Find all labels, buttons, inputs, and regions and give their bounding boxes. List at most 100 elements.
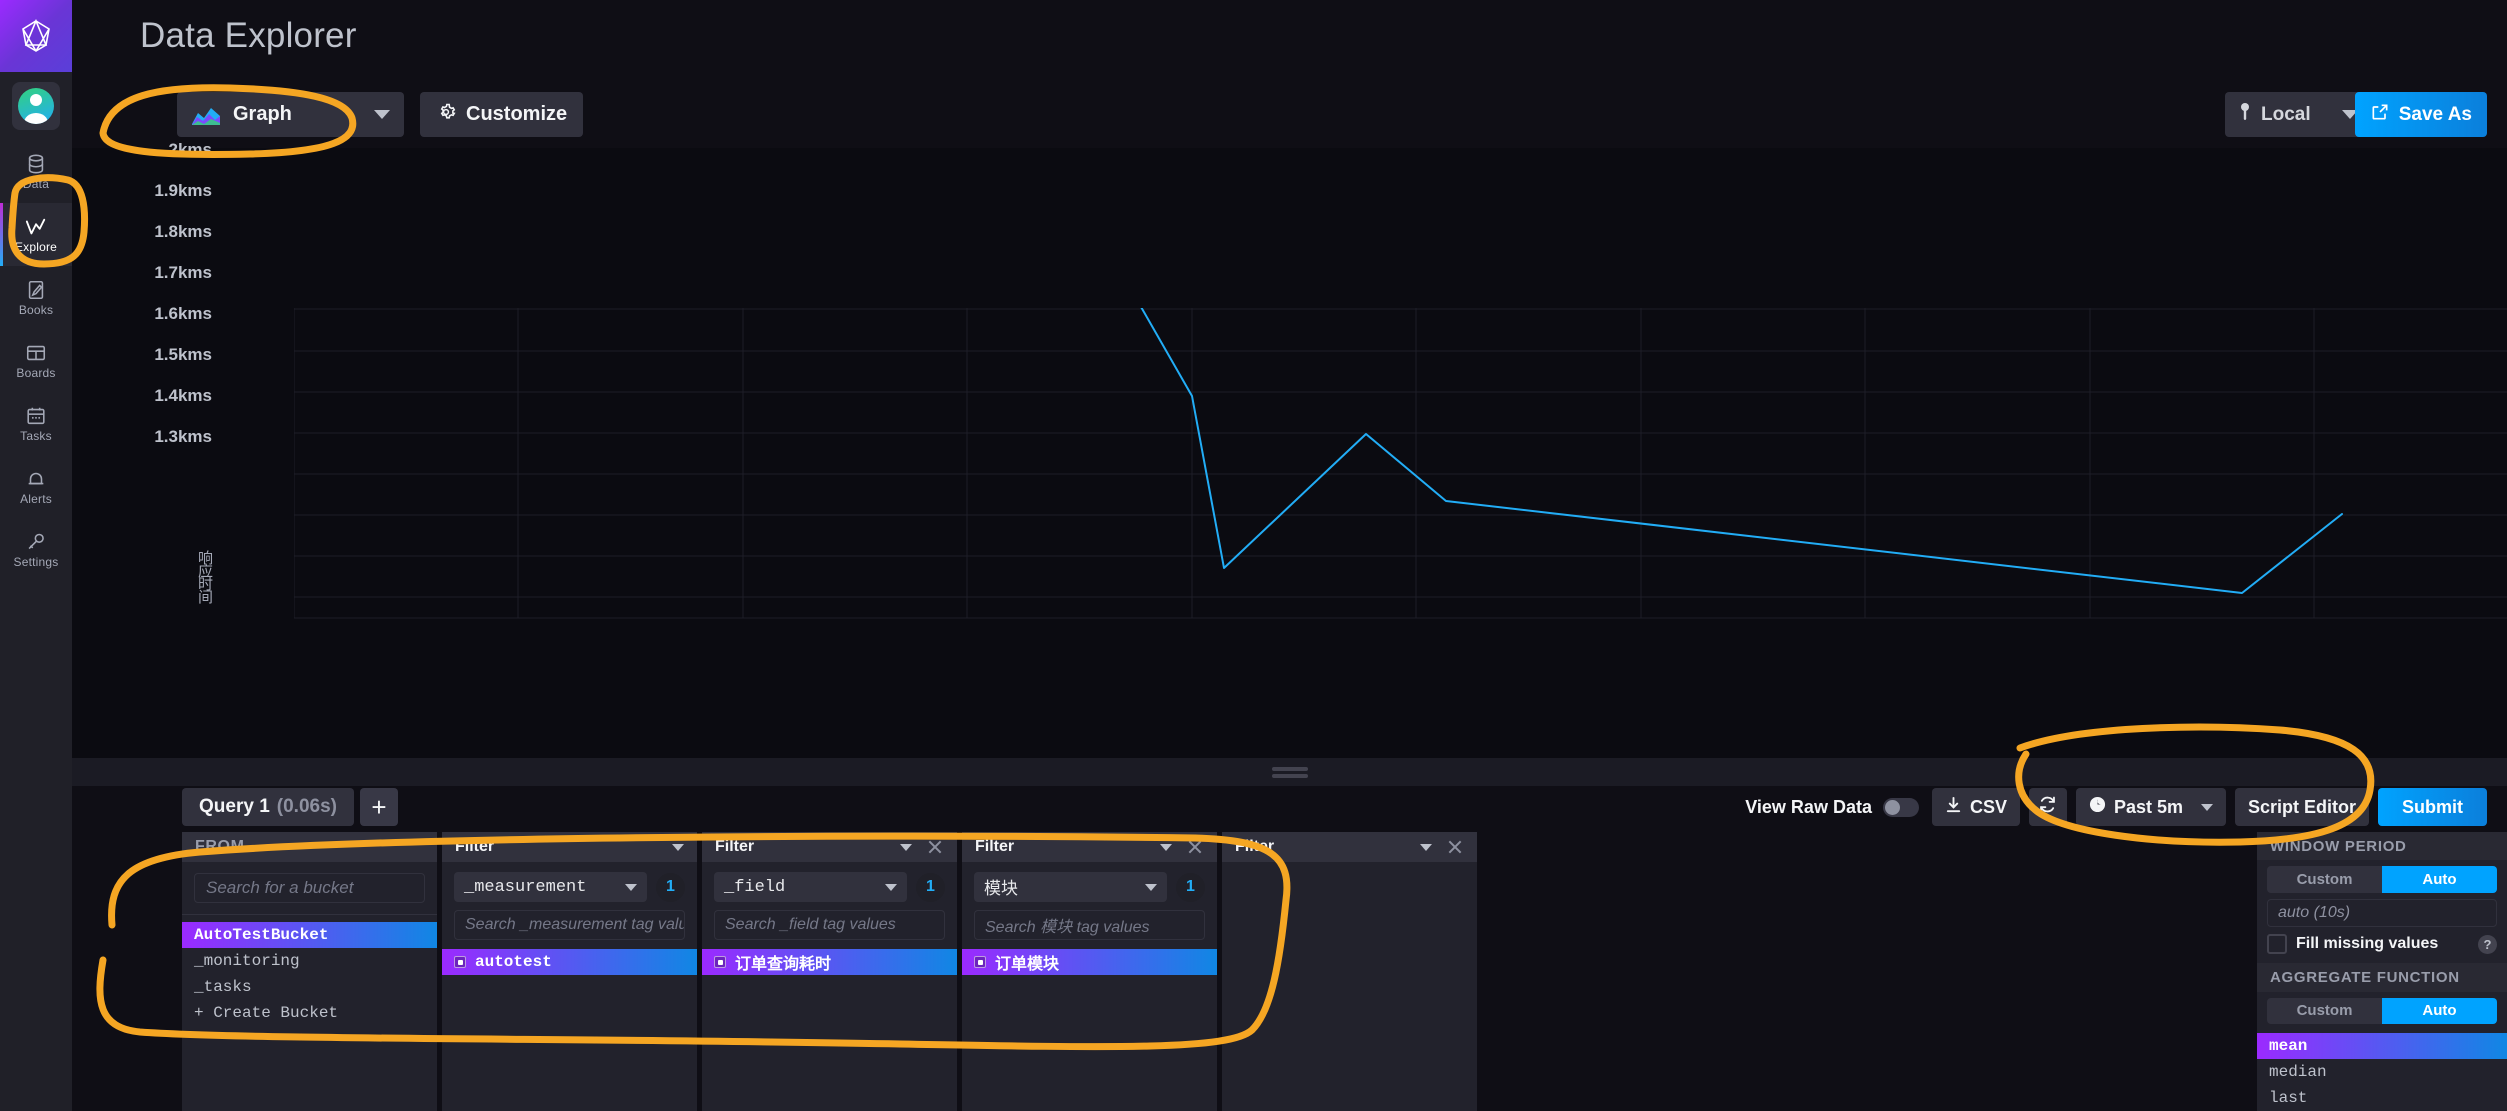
sidebar-item-data[interactable]: Data [0,140,72,203]
list-item[interactable]: AutoTestBucket [182,922,437,948]
filter-card-header[interactable]: Filter [1222,832,1477,862]
tag-key-label: _field [724,878,885,897]
filter-card-empty: Filter [1222,832,1477,1111]
customize-button[interactable]: Customize [420,92,583,137]
list-item[interactable]: _tasks [182,974,437,1000]
sidebar-item-label: Books [19,304,53,316]
sidebar-item-alerts[interactable]: Alerts [0,455,72,518]
query-tab-label: Query 1 [199,796,270,818]
close-icon[interactable] [926,838,944,856]
filter-card-header[interactable]: Filter [962,832,1217,862]
viz-type-label: Graph [233,103,374,126]
save-as-button[interactable]: Save As [2355,92,2487,137]
query-duration: (0.06s) [277,796,337,818]
y-tick-label: 1.3kms [154,427,212,447]
submit-label: Submit [2402,797,2463,818]
time-range-dropdown[interactable]: Past 5m [2076,788,2226,826]
bucket-search-input[interactable]: Search for a bucket [194,873,425,903]
window-period-custom-button[interactable]: Custom [2267,866,2382,892]
avatar[interactable] [0,72,72,140]
chevron-down-icon [625,884,637,891]
fill-missing-values-checkbox[interactable] [2267,934,2287,954]
script-editor-button[interactable]: Script Editor [2235,788,2369,826]
filter-card-title: Filter [1235,838,1412,856]
timezone-label: Local [2261,104,2332,126]
tag-key-dropdown[interactable]: _measurement [454,872,647,902]
sidebar-item-label: Explore [15,241,57,253]
chevron-down-icon[interactable] [672,844,684,851]
y-tick-label: 1.6kms [154,304,212,324]
query-bar-actions: View Raw Data CSV [1745,788,2487,826]
refresh-icon [2038,795,2057,819]
list-item[interactable]: _monitoring [182,948,437,974]
selected-count-badge: 1 [916,873,945,902]
sidebar-item-settings[interactable]: Settings [0,518,72,581]
wrench-icon [25,531,47,553]
influxdb-logo-icon[interactable] [0,0,72,72]
timezone-dropdown[interactable]: Local [2225,92,2372,137]
list-item[interactable]: autotest [442,949,697,975]
close-icon[interactable] [1186,838,1204,856]
tag-value-search-input[interactable]: Search _measurement tag values [454,910,685,940]
view-raw-data-label: View Raw Data [1745,797,1872,818]
refresh-button[interactable] [2029,788,2067,826]
sidebar-item-tasks[interactable]: Tasks [0,392,72,455]
checkbox-icon [714,956,726,968]
sidebar-item-boards[interactable]: Boards [0,329,72,392]
download-icon [1945,796,1962,819]
help-icon[interactable]: ? [2478,935,2497,954]
list-item[interactable]: mean [2257,1033,2507,1059]
tag-value-search-input[interactable]: Search 模块 tag values [974,910,1205,940]
fill-missing-values-label: Fill missing values [2296,935,2469,953]
sidebar-item-explore[interactable]: Explore [0,203,72,266]
sidebar-item-books[interactable]: Books [0,266,72,329]
aggregate-function-title: AGGREGATE FUNCTION [2257,963,2507,991]
data-explorer-app: Data Explore Books [0,0,2507,1111]
chevron-down-icon[interactable] [1160,844,1172,851]
aggregate-custom-button[interactable]: Custom [2267,998,2382,1024]
area-graph-icon [191,104,221,126]
chevron-down-icon[interactable] [900,844,912,851]
list-item[interactable]: median [2257,1059,2507,1085]
drag-grip-icon [1272,764,1308,781]
aggregate-auto-button[interactable]: Auto [2382,998,2497,1024]
list-item[interactable]: 订单模块 [962,949,1217,975]
checkbox-icon [974,956,986,968]
tag-value-search-placeholder: Search _field tag values [725,916,896,934]
filter-card-header[interactable]: Filter [702,832,957,862]
submit-button[interactable]: Submit [2378,788,2487,826]
tag-value-search-input[interactable]: Search _field tag values [714,910,945,940]
query-tabs: Query 1 (0.06s) + [182,788,398,826]
chevron-down-icon[interactable] [1420,844,1432,851]
viz-type-dropdown[interactable]: Graph [177,92,404,137]
aggregate-function-list: mean median last [2257,1033,2507,1111]
close-icon[interactable] [1446,838,1464,856]
y-tick-label: 1.4kms [154,386,212,406]
add-query-button[interactable]: + [360,788,398,826]
create-bucket-button[interactable]: + Create Bucket [182,1000,437,1026]
chevron-down-icon [374,110,390,119]
y-tick-label: 1.9kms [154,181,212,201]
y-tick-label: 2kms [169,140,212,160]
tag-key-dropdown[interactable]: _field [714,872,907,902]
window-period-auto-button[interactable]: Auto [2382,866,2497,892]
window-period-input[interactable]: auto (10s) [2267,899,2497,927]
notebook-pencil-icon [25,279,47,301]
filter-card-header[interactable]: Filter [442,832,697,862]
chevron-down-icon [2201,804,2213,811]
tag-value-list: 订单查询耗时 [702,949,957,975]
y-tick-label: 1.8kms [154,222,212,242]
filter-card-title: Filter [715,838,892,856]
panel-resize-handle[interactable] [72,758,2507,786]
script-editor-label: Script Editor [2248,797,2356,818]
save-as-label: Save As [2399,104,2472,126]
tag-key-dropdown[interactable]: 模块 [974,872,1167,902]
download-csv-button[interactable]: CSV [1932,788,2020,826]
view-raw-data-toggle-group[interactable]: View Raw Data [1745,797,1919,818]
list-item[interactable]: last [2257,1085,2507,1111]
chevron-down-icon [885,884,897,891]
tab-query-1[interactable]: Query 1 (0.06s) [182,788,354,826]
view-raw-data-switch[interactable] [1883,798,1919,817]
list-item[interactable]: 订单查询耗时 [702,949,957,975]
sidebar-item-label: Data [23,178,49,190]
